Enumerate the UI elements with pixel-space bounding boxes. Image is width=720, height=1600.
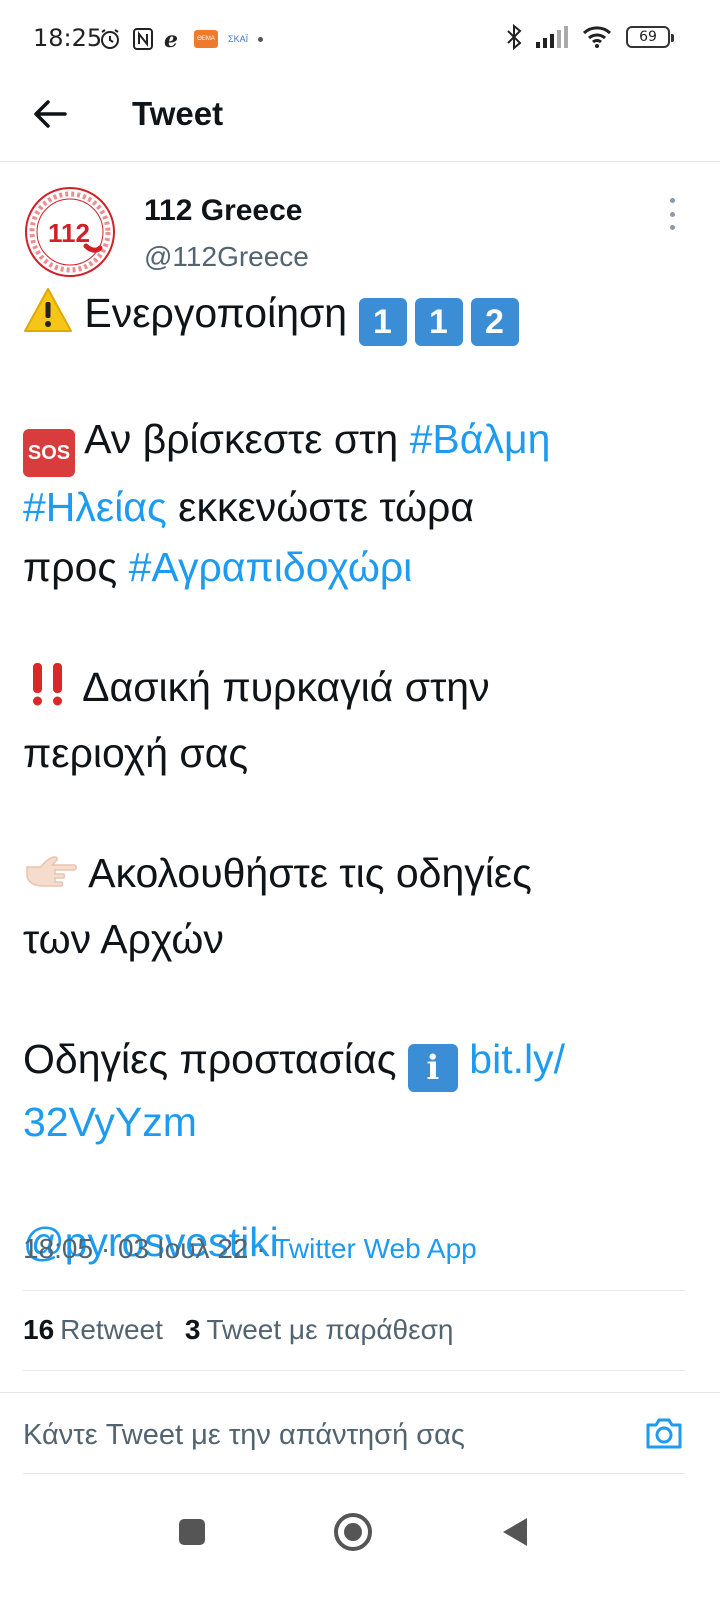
battery-icon: 69 (626, 26, 674, 48)
author-name[interactable]: 112 Greece (144, 194, 302, 228)
camera-button[interactable] (644, 1415, 684, 1455)
arrow-left-icon (34, 100, 67, 128)
tweet-text-segment: περιοχή σας (23, 730, 249, 776)
quotes-label: Tweet με παράθεση (206, 1314, 454, 1345)
channel-app-icon: ΣΚΑΪ (228, 34, 249, 44)
url-link[interactable]: 32VyYzm (23, 1099, 197, 1145)
tweet-text-segment: εκκενώστε τώρα (178, 484, 475, 530)
avatar[interactable]: 112 (24, 186, 116, 278)
warning-icon (23, 287, 73, 349)
retweets-label: Retweet (60, 1314, 163, 1345)
tweet-paragraph: Ενεργοποίηση 112 (23, 283, 693, 349)
tweet-text-segment: Αν βρίσκεστε στη (84, 416, 399, 462)
tweet-text-segment: των Αρχών (23, 916, 224, 962)
more-vertical-icon-dot (669, 211, 675, 217)
hashtag-link[interactable]: #Ηλείας (23, 484, 167, 530)
quotes-count: 3 (184, 1314, 201, 1345)
info-icon: i (407, 1044, 458, 1092)
more-vertical-icon-dot (669, 198, 675, 203)
recents-button[interactable] (168, 1508, 216, 1556)
hashtag-link[interactable]: #Αγραπιδοχώρι (129, 544, 413, 590)
back-nav-button[interactable] (490, 1508, 538, 1556)
camera-icon (646, 1418, 682, 1449)
tweet-paragraph: Ακολουθήστε τις οδηγίες των Αρχών (23, 843, 693, 969)
url-link[interactable]: bit.ly/ (469, 1036, 565, 1082)
tweet-text-segment: προς (23, 544, 118, 590)
divider (23, 1290, 685, 1291)
retweets-count: 16 (23, 1314, 55, 1345)
avatar-number: 112 (48, 218, 90, 248)
tweet-text-segment: Οδηγίες προστασίας (23, 1036, 397, 1082)
status-bar: 18:25 e ΘΕΜΑ ΣΚΑΪ 69 (0, 0, 720, 80)
activation-text: Ενεργοποίηση (84, 290, 348, 336)
alarm-icon (101, 29, 119, 49)
double-exclamation-icon (23, 661, 73, 723)
reply-underline (23, 1473, 685, 1474)
bluetooth-icon (507, 24, 522, 50)
reply-input[interactable]: Κάντε Tweet με την απάντησή σας (23, 1417, 465, 1453)
tweet-meta: 18:05 · 03 Ιουλ 22 · Twitter Web App (23, 1231, 477, 1267)
tweet-paragraph: Οδηγίες προστασίας i bit.ly/ 32VyYzm (23, 1029, 693, 1152)
pointing-hand-icon (23, 849, 79, 909)
tweet-stats: 16 Retweet 3 Tweet με παράθεση (23, 1312, 453, 1348)
hashtag-link[interactable]: #Βάλμη (410, 416, 551, 462)
app-header: Tweet (0, 80, 720, 162)
svg-text:e: e (164, 27, 178, 51)
tweet-source-link[interactable]: Twitter Web App (273, 1233, 476, 1264)
back-button[interactable] (30, 94, 70, 134)
quotes-stat[interactable]: 3 Tweet με παράθεση (185, 1312, 454, 1348)
reply-bar: Κάντε Tweet με την απάντησή σας (0, 1392, 720, 1474)
triangle-back-icon (503, 1518, 527, 1546)
keycap-2: 2 (470, 298, 519, 346)
home-button[interactable] (329, 1508, 377, 1556)
more-options-button[interactable] (666, 198, 678, 230)
nfc-icon (133, 28, 153, 50)
tweet-paragraph: SOS Αν βρίσκεστε στη #Βάλμη #Ηλείας εκκε… (23, 409, 693, 597)
author-handle[interactable]: @112Greece (144, 240, 309, 274)
retweets-stat[interactable]: 16 Retweet (23, 1312, 163, 1348)
more-vertical-icon-dot (669, 225, 675, 230)
home-circle-icon (334, 1513, 372, 1551)
signal-icon (536, 26, 568, 48)
tweet-timestamp: 18:05 · 03 Ιουλ 22 · (23, 1233, 274, 1264)
tweet-text-segment: Ακολουθήστε τις οδηγίες (88, 850, 532, 896)
tweet-text: Ενεργοποίηση 112 SOS Αν βρίσκεστε στη #Β… (23, 283, 693, 1272)
page-title: Tweet (132, 95, 224, 132)
system-nav-bar (0, 1480, 720, 1600)
status-system-icons: 69 (506, 22, 674, 52)
112-logo-icon: 112 (25, 187, 115, 277)
status-notification-icons: e ΘΕΜΑ ΣΚΑΪ (98, 24, 264, 54)
more-notifications-icon (258, 36, 264, 42)
status-time: 18:25 (33, 24, 103, 52)
divider (23, 1370, 685, 1371)
square-icon (179, 1519, 205, 1545)
edge-browser-icon: e (164, 27, 178, 51)
keycap-1: 1 (358, 298, 407, 346)
keycap-1: 1 (414, 298, 463, 346)
tweet-text-segment: Δασική πυρκαγιά στην (82, 664, 490, 710)
tweet-paragraph: Δασική πυρκαγιά στην περιοχή σας (23, 657, 693, 783)
news-app-badge-icon: ΘΕΜΑ (194, 30, 218, 48)
sos-icon: SOS (23, 429, 75, 477)
wifi-icon (582, 26, 612, 48)
